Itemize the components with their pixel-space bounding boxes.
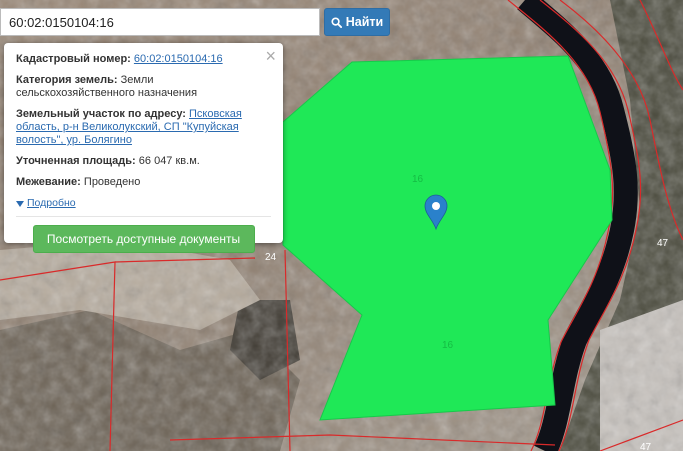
area-row: Уточненная площадь: 66 047 кв.м. [16,155,271,168]
parcel-number-47-a: 47 [657,238,669,249]
search-input[interactable] [0,8,320,36]
search-button-label: Найти [345,15,384,29]
parcel-number-24: 24 [265,252,277,263]
more-details-link[interactable]: Подробно [27,197,76,210]
search-icon [331,16,342,28]
more-details-toggle[interactable]: Подробно [16,197,271,210]
cadastral-number-row: Кадастровый номер: 60:02:0150104:16 [16,53,271,66]
land-category-label: Категория земель: [16,74,118,86]
area-label: Уточненная площадь: [16,155,136,167]
parcel-number-47-b: 47 [640,442,652,451]
parcel-number-bottom: 16 [442,340,454,351]
divider [16,216,271,217]
parcel-number-top: 16 [412,174,424,185]
land-category-row: Категория земель: Земли сельскохозяйстве… [16,74,271,100]
view-documents-button[interactable]: Посмотреть доступные документы [32,225,255,253]
address-label: Земельный участок по адресу: [16,108,186,120]
triangle-down-icon [16,200,24,207]
address-row: Земельный участок по адресу: Псковская о… [16,108,271,147]
cadastral-number-link[interactable]: 60:02:0150104:16 [134,53,223,65]
close-icon[interactable]: × [265,47,276,65]
survey-row: Межевание: Проведено [16,176,271,189]
area-value: 66 047 кв.м. [138,155,200,167]
parcel-info-popup: × Кадастровый номер: 60:02:0150104:16 Ка… [4,43,283,253]
search-button[interactable]: Найти [324,8,390,36]
survey-label: Межевание: [16,176,81,188]
cadastral-number-label: Кадастровый номер: [16,53,131,65]
survey-value: Проведено [83,176,141,188]
